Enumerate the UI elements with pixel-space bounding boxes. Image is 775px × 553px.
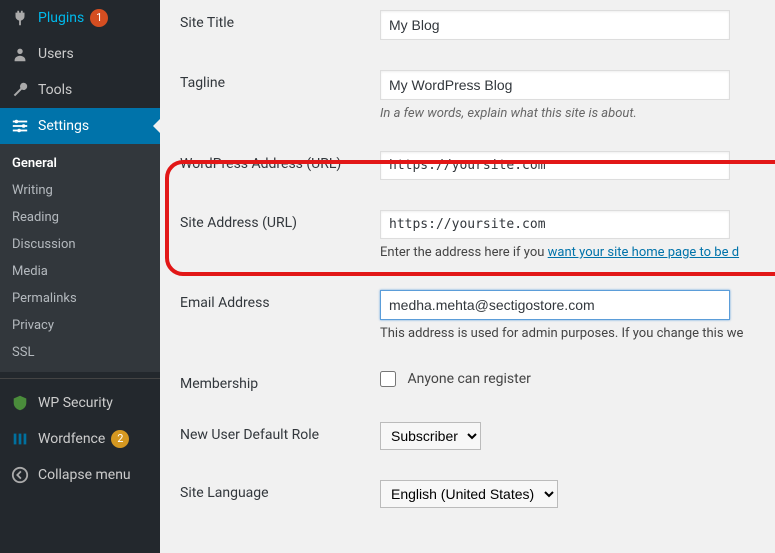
plug-icon <box>10 8 30 28</box>
membership-label[interactable]: Anyone can register <box>380 371 531 387</box>
site-url-input[interactable] <box>380 210 730 239</box>
submenu-general[interactable]: General <box>0 150 160 177</box>
submenu-media[interactable]: Media <box>0 258 160 285</box>
wordfence-icon <box>10 429 30 449</box>
site-url-link[interactable]: want your site home page to be d <box>548 245 739 260</box>
tagline-input[interactable] <box>380 70 730 100</box>
settings-submenu: General Writing Reading Discussion Media… <box>0 144 160 372</box>
sidebar-item-wpsecurity[interactable]: WP Security <box>0 385 160 421</box>
sidebar-item-users[interactable]: Users <box>0 36 160 72</box>
submenu-ssl[interactable]: SSL <box>0 339 160 366</box>
wp-url-input[interactable] <box>380 151 730 180</box>
label-site-url: Site Address (URL) <box>180 200 380 280</box>
label-lang: Site Language <box>180 470 380 528</box>
sidebar-label: WP Security <box>38 395 113 411</box>
label-wp-url: WordPress Address (URL) <box>180 141 380 200</box>
collapse-menu[interactable]: Collapse menu <box>0 457 160 493</box>
label-role: New User Default Role <box>180 412 380 470</box>
users-icon <box>10 44 30 64</box>
label-email: Email Address <box>180 280 380 361</box>
admin-sidebar: Plugins 1 Users Tools Settings General W… <box>0 0 160 553</box>
role-select[interactable]: Subscriber <box>380 422 481 450</box>
wrench-icon <box>10 80 30 100</box>
settings-form-table: Site Title Tagline In a few words, expla… <box>180 0 755 528</box>
lang-select[interactable]: English (United States) <box>380 480 558 508</box>
sidebar-label: Collapse menu <box>38 467 131 483</box>
site-title-input[interactable] <box>380 10 730 40</box>
email-input[interactable] <box>380 290 730 320</box>
submenu-reading[interactable]: Reading <box>0 204 160 231</box>
email-desc: This address is used for admin purposes.… <box>380 326 745 341</box>
sidebar-label: Settings <box>38 118 89 134</box>
label-membership: Membership <box>180 361 380 412</box>
site-url-desc: Enter the address here if you want your … <box>380 245 745 260</box>
settings-content: Site Title Tagline In a few words, expla… <box>160 0 775 553</box>
sidebar-item-plugins[interactable]: Plugins 1 <box>0 0 160 36</box>
membership-checkbox[interactable] <box>380 371 396 387</box>
notice-badge: 2 <box>111 430 129 448</box>
sliders-icon <box>10 116 30 136</box>
submenu-permalinks[interactable]: Permalinks <box>0 285 160 312</box>
label-tagline: Tagline <box>180 60 380 141</box>
sidebar-item-wordfence[interactable]: Wordfence 2 <box>0 421 160 457</box>
update-badge: 1 <box>90 9 108 27</box>
collapse-icon <box>10 465 30 485</box>
sidebar-label: Wordfence <box>38 431 105 447</box>
submenu-discussion[interactable]: Discussion <box>0 231 160 258</box>
shield-icon <box>10 393 30 413</box>
sidebar-item-tools[interactable]: Tools <box>0 72 160 108</box>
label-site-title: Site Title <box>180 0 380 60</box>
sidebar-item-settings[interactable]: Settings <box>0 108 160 144</box>
submenu-privacy[interactable]: Privacy <box>0 312 160 339</box>
tagline-desc: In a few words, explain what this site i… <box>380 106 745 121</box>
sidebar-label: Tools <box>38 82 72 98</box>
divider <box>0 378 160 379</box>
sidebar-label: Plugins <box>38 10 84 26</box>
submenu-writing[interactable]: Writing <box>0 177 160 204</box>
sidebar-label: Users <box>38 46 74 62</box>
